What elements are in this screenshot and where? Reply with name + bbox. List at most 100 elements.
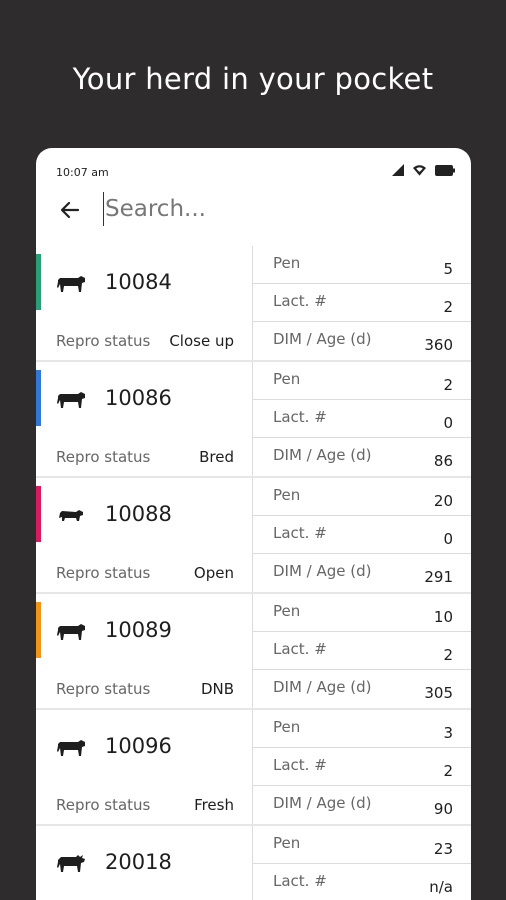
animal-row[interactable]: 20018 Pen 23 Lact. # n/a [36,826,471,900]
pen-label: Pen [273,486,301,504]
dim-cell: DIM / Age (d) 90 [253,786,471,824]
pen-label: Pen [273,834,301,852]
repro-status-label: Repro status [56,680,151,698]
animal-id: 10084 [105,270,172,294]
cow-icon [57,740,85,756]
animal-id: 10089 [105,618,172,642]
repro-status-value: Open [193,564,234,582]
repro-status-value: Bred [199,448,234,466]
animal-summary: 20018 [36,826,252,900]
status-stripe [36,370,41,426]
repro-status-label: Repro status [56,448,151,466]
animal-row[interactable]: 10096 Repro status Fresh Pen 3 Lact. # 2… [36,710,471,826]
lact-label: Lact. # [273,872,327,890]
lact-value: 0 [443,414,453,432]
animal-details: Pen 2 Lact. # 0 DIM / Age (d) 86 [253,362,471,476]
animal-details: Pen 23 Lact. # n/a [253,826,471,900]
animal-list: 10084 Repro status Close up Pen 5 Lact. … [36,246,471,900]
lact-value: 0 [443,530,453,548]
animal-details: Pen 10 Lact. # 2 DIM / Age (d) 305 [253,594,471,708]
status-bar: 10:07 am [36,148,471,192]
signal-icon [392,164,404,176]
animal-details: Pen 3 Lact. # 2 DIM / Age (d) 90 [253,710,471,824]
status-stripe [36,486,41,542]
battery-icon [435,164,455,176]
dim-label: DIM / Age (d) [273,562,372,580]
repro-status-label: Repro status [56,332,151,350]
status-time: 10:07 am [56,166,109,179]
dim-label: DIM / Age (d) [273,678,372,696]
pen-label: Pen [273,370,301,388]
pen-cell: Pen 2 [253,362,471,400]
animal-id: 10088 [105,502,172,526]
status-stripe [36,834,41,890]
lact-cell: Lact. # 2 [253,748,471,786]
pen-cell: Pen 23 [253,826,471,864]
status-stripe [36,718,41,774]
lact-label: Lact. # [273,292,327,310]
search-bar [36,188,471,246]
dim-value: 90 [433,800,453,818]
animal-row[interactable]: 10084 Repro status Close up Pen 5 Lact. … [36,246,471,362]
animal-summary: 10084 Repro status Close up [36,246,252,360]
dim-cell: DIM / Age (d) 305 [253,670,471,708]
dim-value: 360 [424,336,453,354]
lact-label: Lact. # [273,408,327,426]
repro-status-value: Fresh [194,796,234,814]
lact-value: 2 [443,298,453,316]
pen-label: Pen [273,718,301,736]
repro-status-value: Close up [169,332,234,350]
pen-value: 5 [443,260,453,278]
animal-id: 10096 [105,734,172,758]
phone-screen: 10:07 am 10084 Rep [36,148,471,900]
dim-value: 305 [424,684,453,702]
pen-cell: Pen 10 [253,594,471,632]
system-icons [392,164,455,176]
lact-value: 2 [443,762,453,780]
calf-icon [59,510,83,521]
dim-value: 291 [424,568,453,586]
repro-status-label: Repro status [56,796,151,814]
animal-summary: 10086 Repro status Bred [36,362,252,476]
dim-label: DIM / Age (d) [273,330,372,348]
animal-summary: 10096 Repro status Fresh [36,710,252,824]
pen-value: 2 [443,376,453,394]
back-arrow-icon[interactable] [58,198,82,222]
lact-value: n/a [429,878,453,896]
animal-row[interactable]: 10086 Repro status Bred Pen 2 Lact. # 0 … [36,362,471,478]
animal-id: 20018 [105,850,172,874]
dim-value: 86 [433,452,453,470]
lact-cell: Lact. # 2 [253,632,471,670]
dim-cell: DIM / Age (d) 360 [253,322,471,360]
text-cursor [103,192,104,226]
lact-cell: Lact. # 0 [253,516,471,554]
pen-cell: Pen 20 [253,478,471,516]
wifi-icon [413,165,426,176]
lact-label: Lact. # [273,756,327,774]
animal-row[interactable]: 10089 Repro status DNB Pen 10 Lact. # 2 … [36,594,471,710]
pen-value: 23 [433,840,453,858]
pen-label: Pen [273,602,301,620]
pen-cell: Pen 3 [253,710,471,748]
repro-status-value: DNB [200,680,234,698]
dim-label: DIM / Age (d) [273,794,372,812]
pen-cell: Pen 5 [253,246,471,284]
lact-label: Lact. # [273,524,327,542]
animal-id: 10086 [105,386,172,410]
lact-value: 2 [443,646,453,664]
status-stripe [36,602,41,658]
animal-details: Pen 20 Lact. # 0 DIM / Age (d) 291 [253,478,471,592]
cow-icon [57,392,85,408]
status-stripe [36,254,41,310]
pen-value: 3 [443,724,453,742]
cow-icon [57,624,85,640]
lact-cell: Lact. # 2 [253,284,471,322]
pen-value: 20 [433,492,453,510]
dim-cell: DIM / Age (d) 291 [253,554,471,592]
pen-value: 10 [433,608,453,626]
animal-row[interactable]: 10088 Repro status Open Pen 20 Lact. # 0… [36,478,471,594]
bull-icon [57,855,85,872]
lact-cell: Lact. # 0 [253,400,471,438]
search-input[interactable] [105,192,445,226]
cow-icon [57,276,85,292]
